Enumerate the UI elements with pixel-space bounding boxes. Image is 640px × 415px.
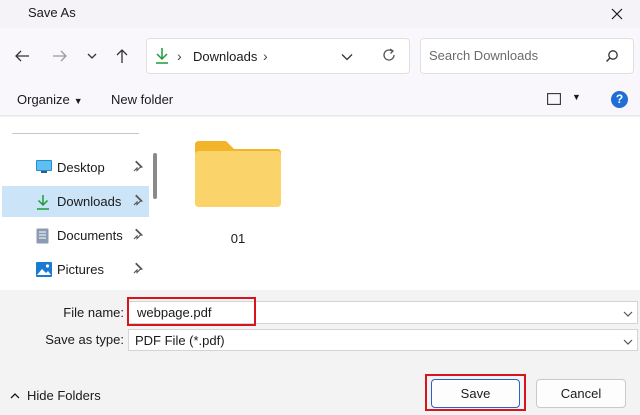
hide-folders-label: Hide Folders bbox=[27, 388, 101, 403]
save-type-select[interactable]: PDF File (*.pdf) bbox=[128, 329, 638, 351]
nav-item-label: Downloads bbox=[57, 194, 122, 209]
file-name-highlight bbox=[127, 297, 256, 326]
file-name-label: File name: bbox=[63, 305, 124, 320]
new-folder-button[interactable]: New folder bbox=[111, 92, 173, 107]
hide-folders-button[interactable]: Hide Folders bbox=[10, 388, 101, 403]
folder-name: 01 bbox=[230, 231, 246, 246]
window-title: Save As bbox=[28, 5, 76, 20]
cancel-button[interactable]: Cancel bbox=[536, 379, 626, 408]
nav-item-downloads[interactable]: Downloads bbox=[2, 186, 149, 217]
refresh-icon[interactable] bbox=[381, 47, 397, 66]
file-list: 01 bbox=[164, 117, 640, 290]
save-button-highlight bbox=[425, 374, 526, 411]
desktop-icon bbox=[36, 160, 52, 175]
chevron-down-icon[interactable] bbox=[623, 306, 633, 321]
nav-divider bbox=[12, 133, 139, 134]
breadcrumb-separator-icon: › bbox=[177, 48, 182, 64]
search-box[interactable] bbox=[420, 38, 634, 74]
search-icon[interactable] bbox=[605, 49, 619, 66]
nav-item-label: Documents bbox=[57, 228, 123, 243]
nav-item-label: Pictures bbox=[57, 262, 104, 277]
view-options-caret-icon[interactable]: ▼ bbox=[572, 92, 581, 102]
title-bar: Save As bbox=[0, 0, 640, 28]
nav-item-documents[interactable]: Documents bbox=[2, 220, 149, 251]
back-arrow-icon[interactable] bbox=[10, 42, 34, 70]
chevron-up-icon bbox=[10, 393, 20, 399]
up-arrow-icon[interactable] bbox=[110, 42, 134, 70]
breadcrumb-downloads[interactable]: Downloads bbox=[193, 49, 257, 64]
help-icon[interactable]: ? bbox=[611, 91, 628, 108]
download-arrow-icon bbox=[36, 194, 52, 210]
download-arrow-icon bbox=[155, 47, 169, 68]
close-icon[interactable] bbox=[600, 0, 634, 28]
nav-item-desktop[interactable]: Desktop bbox=[2, 152, 149, 183]
breadcrumb-chevron-icon[interactable]: › bbox=[263, 48, 268, 64]
pin-icon[interactable] bbox=[131, 160, 144, 175]
address-dropdown-chevron-icon[interactable] bbox=[341, 49, 353, 64]
address-bar[interactable]: › Downloads › bbox=[146, 38, 410, 74]
nav-item-label: Desktop bbox=[57, 160, 105, 175]
navigation-pane: Desktop Downloads Documents Pictures bbox=[0, 117, 164, 290]
folder-icon bbox=[195, 141, 281, 207]
organize-label: Organize bbox=[17, 92, 70, 107]
dialog-footer: Hide Folders Save Cancel bbox=[0, 358, 640, 415]
search-input[interactable] bbox=[429, 48, 599, 63]
address-row: › Downloads › bbox=[0, 28, 640, 84]
forward-arrow-icon[interactable] bbox=[48, 42, 72, 70]
save-type-value: PDF File (*.pdf) bbox=[135, 333, 225, 348]
organize-menu-button[interactable]: Organize ▼ bbox=[17, 92, 83, 107]
pictures-icon bbox=[36, 262, 52, 277]
nav-scrollbar[interactable] bbox=[153, 153, 157, 199]
folder-item[interactable]: 01 bbox=[192, 137, 284, 246]
pin-icon[interactable] bbox=[131, 194, 144, 209]
view-layout-icon[interactable] bbox=[547, 93, 561, 108]
document-icon bbox=[36, 228, 52, 244]
recent-locations-chevron-icon[interactable] bbox=[80, 42, 104, 70]
save-fields: File name: Save as type: PDF File (*.pdf… bbox=[0, 290, 640, 358]
chevron-down-icon[interactable] bbox=[623, 334, 633, 349]
pin-icon[interactable] bbox=[131, 262, 144, 277]
save-type-label: Save as type: bbox=[45, 332, 124, 347]
pin-icon[interactable] bbox=[131, 228, 144, 243]
caret-down-icon: ▼ bbox=[73, 96, 83, 106]
command-bar: Organize ▼ New folder ▼ ? bbox=[0, 84, 640, 116]
nav-item-pictures[interactable]: Pictures bbox=[2, 254, 149, 285]
